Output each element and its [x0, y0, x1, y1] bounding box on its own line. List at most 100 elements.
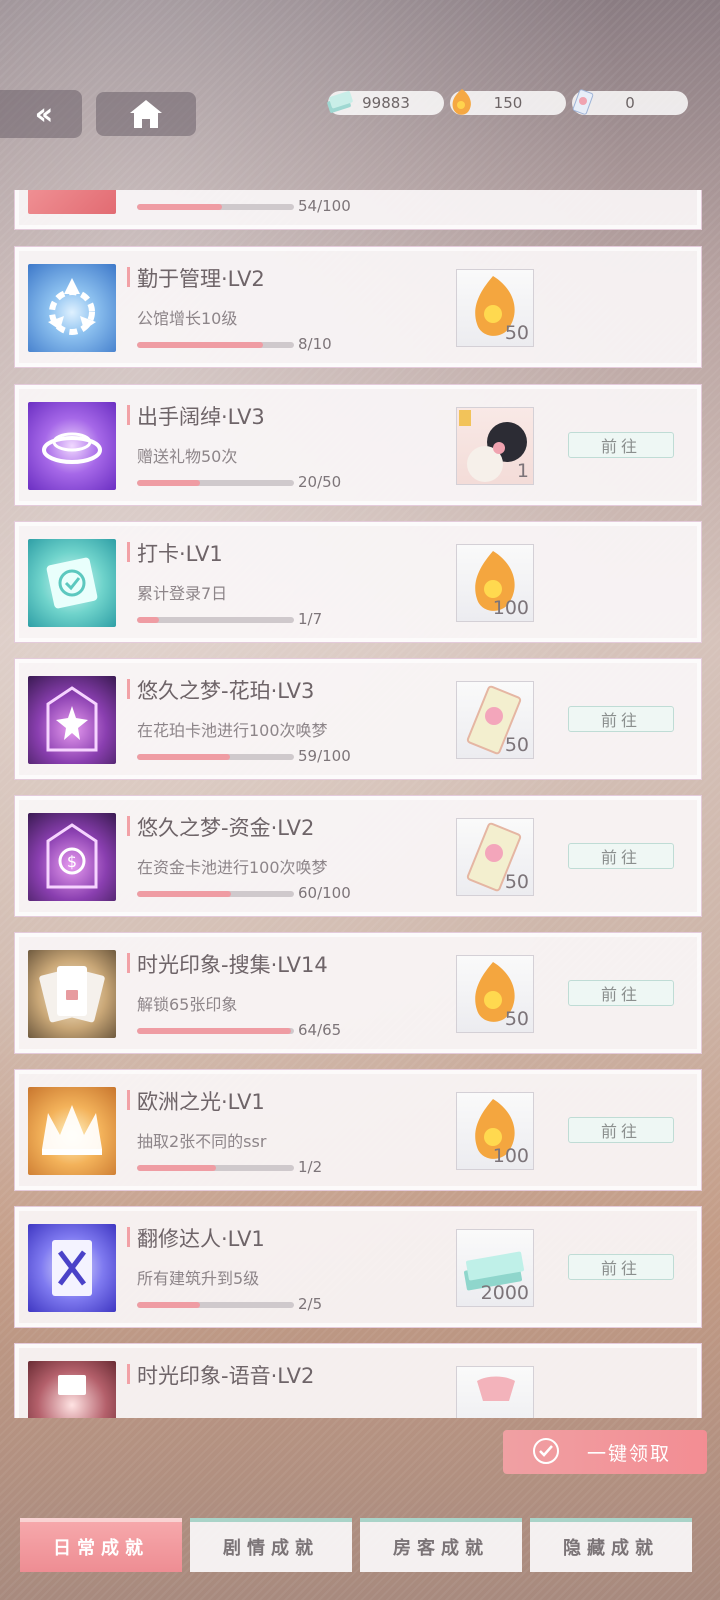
- achievement-card: 翻修达人·LV1 所有建筑升到5级 2/5 2000 前往: [14, 1206, 702, 1328]
- top-bar: ‹‹ 99883 150 0: [0, 0, 720, 180]
- amber-crystal-icon: [452, 89, 471, 115]
- reward-slot[interactable]: 100: [456, 544, 534, 622]
- achievement-icon: [28, 190, 116, 214]
- reward-count: 2000: [480, 1282, 529, 1304]
- achievement-card: 时光印象-搜集·LV14 解锁65张印象 64/65 50 前往: [14, 932, 702, 1054]
- achievement-desc: 所有建筑升到5级: [137, 1269, 260, 1288]
- reward-count: 1: [516, 460, 529, 482]
- dream-funds-icon: $: [28, 813, 116, 901]
- reward-slot[interactable]: [456, 1366, 534, 1418]
- tab-hidden[interactable]: 隐藏成就: [530, 1518, 692, 1572]
- achievement-card: 悠久之梦-花珀·LV3 在花珀卡池进行100次唤梦 59/100 50 前往: [14, 658, 702, 780]
- progress-fill: [137, 617, 159, 623]
- goto-button[interactable]: 前往: [568, 980, 674, 1006]
- currency-gems: 99883: [327, 91, 444, 115]
- svg-text:$: $: [67, 852, 77, 871]
- reward-count: 100: [492, 597, 529, 619]
- achievement-desc: 解锁65张印象: [137, 995, 238, 1014]
- title-accent: [127, 1090, 130, 1110]
- home-button[interactable]: [96, 92, 196, 136]
- progress-fill: [137, 204, 222, 210]
- reward-slot[interactable]: 50: [456, 955, 534, 1033]
- title-accent: [127, 1364, 130, 1384]
- achievement-desc: 抽取2张不同的ssr: [137, 1132, 267, 1151]
- progress-bar: [137, 754, 294, 760]
- tab-story[interactable]: 剧情成就: [190, 1518, 352, 1572]
- reward-slot[interactable]: 1: [456, 407, 534, 485]
- reward-slot[interactable]: 2000: [456, 1229, 534, 1307]
- category-tabs: 日常成就 剧情成就 房客成就 隐藏成就: [20, 1518, 704, 1574]
- title-accent: [127, 1227, 130, 1247]
- reward-slot[interactable]: 50: [456, 818, 534, 896]
- achievement-desc: 在花珀卡池进行100次唤梦: [137, 721, 328, 740]
- achievement-desc: 累计登录7日: [137, 584, 228, 603]
- achievement-title: 悠久之梦-花珀·LV3: [137, 679, 315, 703]
- achievement-title: 翻修达人·LV1: [137, 1227, 265, 1251]
- goto-button[interactable]: 前往: [568, 432, 674, 458]
- progress-bar: [137, 1302, 294, 1308]
- achievement-card: 欧洲之光·LV1 抽取2张不同的ssr 1/2 100 前往: [14, 1069, 702, 1191]
- progress-text: 2/5: [298, 1295, 323, 1313]
- progress-text: 60/100: [298, 884, 351, 902]
- reward-slot[interactable]: 50: [456, 269, 534, 347]
- achievement-desc: 在资金卡池进行100次唤梦: [137, 858, 328, 877]
- achievement-card: 勤于管理·LV2 公馆增长10级 8/10 50: [14, 246, 702, 368]
- reward-count: 50: [504, 322, 529, 344]
- achievement-card: 出手阔绰·LV3 赠送礼物50次 20/50 1 前往: [14, 384, 702, 506]
- title-accent: [127, 542, 130, 562]
- claim-all-button[interactable]: 一键领取: [503, 1430, 707, 1474]
- home-icon: [130, 100, 162, 128]
- tab-daily[interactable]: 日常成就: [20, 1518, 182, 1572]
- progress-text: 1/2: [298, 1158, 323, 1176]
- title-accent: [127, 679, 130, 699]
- back-button[interactable]: ‹‹: [0, 90, 82, 138]
- reward-count: 50: [504, 1008, 529, 1030]
- progress-text: 64/65: [298, 1021, 342, 1039]
- progress-fill: [137, 1302, 200, 1308]
- renovation-tools-icon: [28, 1224, 116, 1312]
- currency-gems-value: 99883: [362, 94, 410, 112]
- currency-amber-value: 150: [493, 94, 523, 112]
- achievement-card: 54/100 10000: [14, 190, 702, 230]
- reward-slot[interactable]: 50: [456, 681, 534, 759]
- unlock-cards-icon: [28, 950, 116, 1038]
- achievement-card: $ 悠久之梦-资金·LV2 在资金卡池进行100次唤梦 60/100 50 前往: [14, 795, 702, 917]
- progress-text: 20/50: [298, 473, 342, 491]
- achievement-desc: 公馆增长10级: [137, 309, 238, 328]
- goto-button[interactable]: 前往: [568, 706, 674, 732]
- achievement-desc: 赠送礼物50次: [137, 447, 238, 466]
- reward-count: 50: [504, 734, 529, 756]
- reward-slot[interactable]: 100: [456, 1092, 534, 1170]
- progress-bar: [137, 891, 294, 897]
- voice-memory-icon: [28, 1361, 116, 1418]
- progress-bar: [137, 342, 294, 348]
- progress-text: 59/100: [298, 747, 351, 765]
- achievement-title: 勤于管理·LV2: [137, 267, 265, 291]
- ticket-icon: [572, 89, 594, 115]
- progress-text: 1/7: [298, 610, 323, 628]
- achievement-title: 欧洲之光·LV1: [137, 1090, 265, 1114]
- achievement-card: 时光印象-语音·LV2: [14, 1343, 702, 1418]
- title-accent: [127, 405, 130, 425]
- management-gear-icon: [28, 264, 116, 352]
- progress-text: 8/10: [298, 335, 332, 353]
- goto-button[interactable]: 前往: [568, 1254, 674, 1280]
- goto-button[interactable]: 前往: [568, 843, 674, 869]
- achievement-list[interactable]: 54/100 10000 勤于管理·LV2 公馆增长10级 8/10 50 出手…: [14, 190, 702, 1418]
- progress-fill: [137, 1028, 291, 1034]
- reward-count: 100: [492, 1145, 529, 1167]
- crown-light-icon: [28, 1087, 116, 1175]
- gift-ring-icon: [28, 402, 116, 490]
- title-accent: [127, 953, 130, 973]
- progress-bar: [137, 204, 294, 210]
- progress-fill: [137, 1165, 216, 1171]
- dream-amber-icon: [28, 676, 116, 764]
- tab-tenant[interactable]: 房客成就: [360, 1518, 522, 1572]
- reward-count: 50: [504, 871, 529, 893]
- currency-tickets-value: 0: [625, 94, 635, 112]
- title-accent: [127, 267, 130, 287]
- title-accent: [127, 816, 130, 836]
- progress-bar: [137, 617, 294, 623]
- currency-amber: 150: [450, 89, 566, 115]
- goto-button[interactable]: 前往: [568, 1117, 674, 1143]
